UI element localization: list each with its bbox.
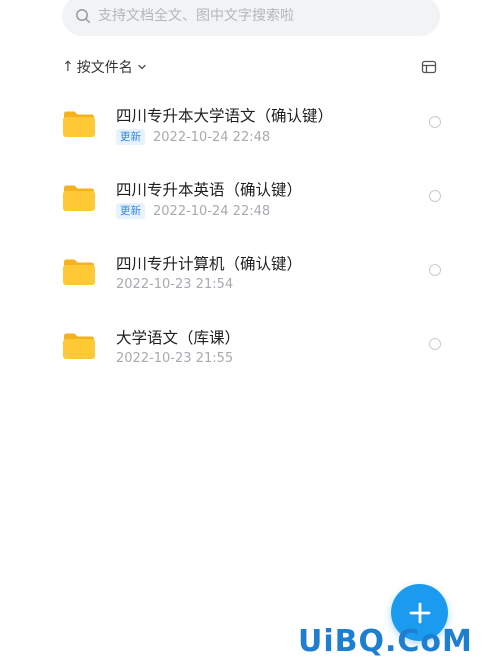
file-meta: 更新 2022-10-24 22:48: [116, 203, 270, 219]
watermark: UiBQ.CoM: [298, 624, 473, 659]
select-radio[interactable]: [429, 338, 441, 350]
sort-direction-arrow: ↑: [62, 59, 74, 75]
folder-icon: [62, 184, 96, 212]
search-icon: [74, 7, 92, 25]
folder-icon: [62, 110, 96, 138]
file-meta: 更新 2022-10-24 22:48: [116, 129, 270, 145]
select-radio[interactable]: [429, 116, 441, 128]
file-row[interactable]: 四川专升本大学语文（确认键） 更新 2022-10-24 22:48: [0, 86, 500, 160]
file-modified-time: 2022-10-24 22:48: [153, 129, 271, 145]
chevron-down-icon: [137, 62, 147, 72]
file-name: 四川专升本大学语文（确认键）: [116, 107, 334, 125]
select-radio[interactable]: [429, 264, 441, 276]
file-modified-time: 2022-10-24 22:48: [153, 203, 271, 219]
file-list: 四川专升本大学语文（确认键） 更新 2022-10-24 22:48 四川专升本…: [0, 86, 500, 382]
update-badge: 更新: [116, 203, 145, 219]
file-row[interactable]: 大学语文（库课） 2022-10-23 21:55: [0, 308, 500, 382]
file-modified-time: 2022-10-23 21:54: [116, 277, 234, 292]
file-name: 四川专升本英语（确认键）: [116, 181, 303, 199]
file-row[interactable]: 四川专升本英语（确认键） 更新 2022-10-24 22:48: [0, 160, 500, 234]
search-bar[interactable]: [62, 0, 440, 36]
folder-icon: [62, 258, 96, 286]
plus-icon: [408, 601, 432, 625]
file-row[interactable]: 四川专升计算机（确认键） 2022-10-23 21:54: [0, 234, 500, 308]
sort-label: 按文件名: [76, 60, 133, 76]
search-input[interactable]: [98, 8, 418, 24]
sort-bar: ↑ 按文件名: [62, 56, 440, 78]
list-view-icon[interactable]: [421, 59, 437, 75]
file-meta: 2022-10-23 21:55: [116, 351, 233, 366]
folder-icon: [62, 332, 96, 360]
file-name: 大学语文（库课）: [116, 329, 241, 347]
file-name: 四川专升计算机（确认键）: [116, 255, 303, 273]
file-meta: 2022-10-23 21:54: [116, 277, 233, 292]
file-modified-time: 2022-10-23 21:55: [116, 351, 234, 366]
update-badge: 更新: [116, 129, 145, 145]
sort-toggle[interactable]: ↑ 按文件名: [62, 57, 147, 77]
select-radio[interactable]: [429, 190, 441, 202]
